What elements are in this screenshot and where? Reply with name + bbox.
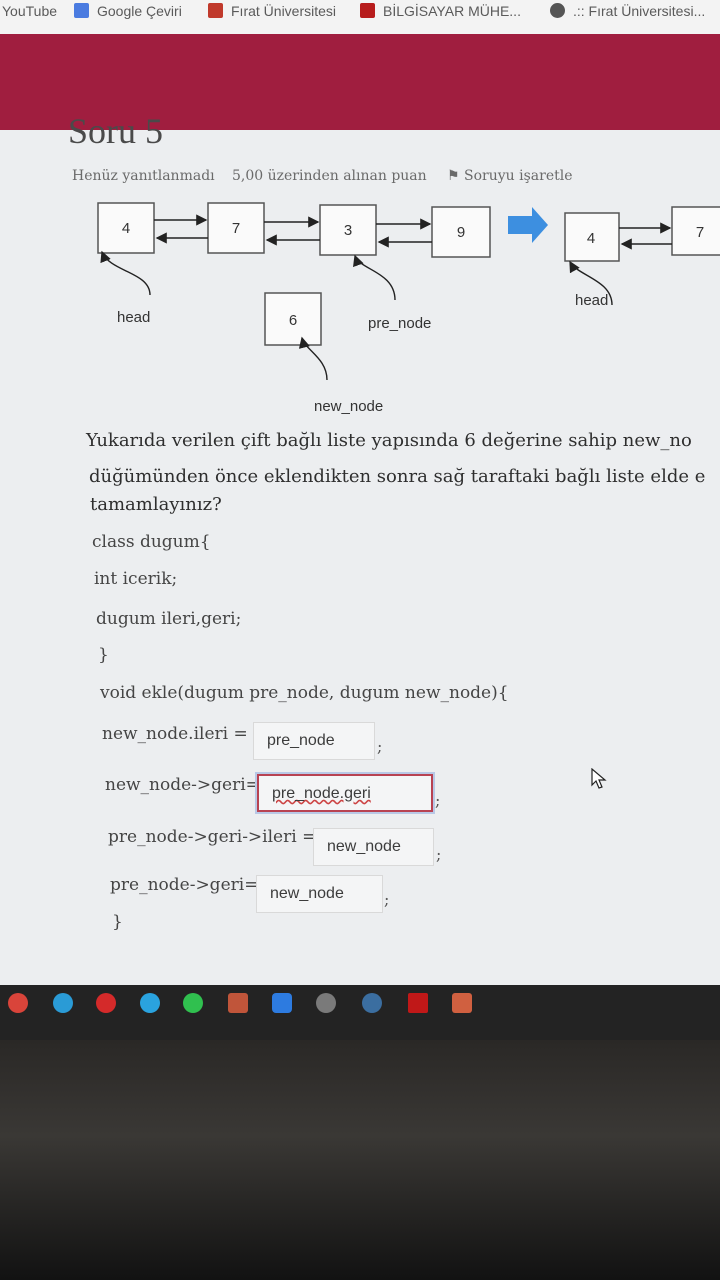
university-icon bbox=[360, 3, 375, 18]
answer-field-1[interactable]: pre_node bbox=[253, 722, 375, 760]
semicolon-3: ; bbox=[436, 845, 442, 864]
node-value-9: 9 bbox=[457, 224, 465, 241]
app-icon[interactable] bbox=[228, 993, 248, 1013]
code-line-int: int icerik; bbox=[94, 569, 178, 589]
vpn-icon[interactable] bbox=[316, 993, 336, 1013]
whatsapp-icon[interactable] bbox=[183, 993, 203, 1013]
flag-question-link[interactable]: ⚑ Soruyu işaretle bbox=[447, 168, 573, 184]
node-value-3: 3 bbox=[344, 222, 352, 239]
question-text-line3: tamamlayınız? bbox=[90, 494, 222, 515]
steam-icon[interactable] bbox=[362, 993, 382, 1013]
browser-window: YouTube Google Çeviri Fırat Üniversitesi… bbox=[0, 0, 720, 1000]
code-line-close-method: } bbox=[112, 912, 123, 932]
semicolon-2: ; bbox=[435, 791, 441, 810]
answer-label-1: new_node.ileri = bbox=[102, 724, 248, 744]
right-node-value-7: 7 bbox=[696, 224, 704, 241]
question-points: 5,00 üzerinden alınan puan bbox=[232, 168, 427, 184]
question-title: Soru 5 bbox=[68, 111, 164, 151]
code-line-close-class: } bbox=[98, 645, 109, 665]
semicolon-4: ; bbox=[384, 890, 390, 909]
label-pre-node: pre_node bbox=[368, 315, 431, 332]
mouse-cursor-icon bbox=[591, 768, 607, 789]
bookmark-bilgisayar-muhendisligi[interactable]: BİLGİSAYAR MÜHE... bbox=[360, 0, 521, 24]
game-icon[interactable] bbox=[452, 993, 472, 1013]
question-status: Henüz yanıtlanmadı bbox=[72, 168, 215, 184]
answer-field-4[interactable]: new_node bbox=[256, 875, 383, 913]
bookmark-firat-universitesi-2[interactable]: .:: Fırat Üniversitesi... bbox=[550, 0, 705, 24]
question-text-line1: Yukarıda verilen çift bağlı liste yapısı… bbox=[86, 430, 692, 451]
translate-icon bbox=[74, 3, 89, 18]
edge-icon[interactable] bbox=[53, 993, 73, 1013]
transform-arrow bbox=[508, 207, 548, 243]
zoom-icon[interactable] bbox=[272, 993, 292, 1013]
desk-background bbox=[0, 1040, 720, 1280]
telegram-icon[interactable] bbox=[140, 993, 160, 1013]
label-new-node: new_node bbox=[314, 398, 383, 415]
windows-taskbar bbox=[0, 985, 720, 1043]
node-value-4: 4 bbox=[122, 220, 130, 237]
answer-field-3[interactable]: new_node bbox=[313, 828, 434, 866]
answer-label-4: pre_node->geri= bbox=[110, 875, 259, 895]
bookmark-google-ceviri[interactable]: Google Çeviri bbox=[74, 0, 182, 24]
semicolon-1: ; bbox=[377, 737, 383, 756]
right-label-head: head bbox=[575, 292, 608, 309]
bookmark-firat-universitesi[interactable]: Fırat Üniversitesi bbox=[208, 0, 336, 24]
code-line-class: class dugum{ bbox=[92, 532, 211, 552]
code-line-fields: dugum ileri,geri; bbox=[96, 609, 242, 629]
new-node-value: 6 bbox=[289, 312, 297, 329]
netflix-icon[interactable] bbox=[408, 993, 428, 1013]
bookmarks-bar: YouTube Google Çeviri Fırat Üniversitesi… bbox=[0, 0, 720, 35]
label-head: head bbox=[117, 309, 150, 326]
answer-label-2: new_node->geri= bbox=[105, 775, 260, 795]
question-text-line2: düğümünden önce eklendikten sonra sağ ta… bbox=[89, 466, 706, 487]
answer-field-2[interactable]: pre_node.geri bbox=[257, 774, 433, 812]
code-line-method: void ekle(dugum pre_node, dugum new_node… bbox=[100, 683, 509, 703]
chrome-icon[interactable] bbox=[8, 993, 28, 1013]
right-node-value-4: 4 bbox=[587, 230, 595, 247]
answer-label-3: pre_node->geri->ileri = bbox=[108, 827, 317, 847]
university-icon bbox=[208, 3, 223, 18]
globe-icon bbox=[550, 3, 565, 18]
linked-list-diagram: 4 7 3 9 6 4 7 head pre_node new_node hea… bbox=[97, 202, 720, 415]
opera-icon[interactable] bbox=[96, 993, 116, 1013]
bookmark-youtube[interactable]: YouTube bbox=[2, 0, 57, 24]
node-value-7: 7 bbox=[232, 220, 240, 237]
flag-icon: ⚑ bbox=[447, 168, 465, 184]
